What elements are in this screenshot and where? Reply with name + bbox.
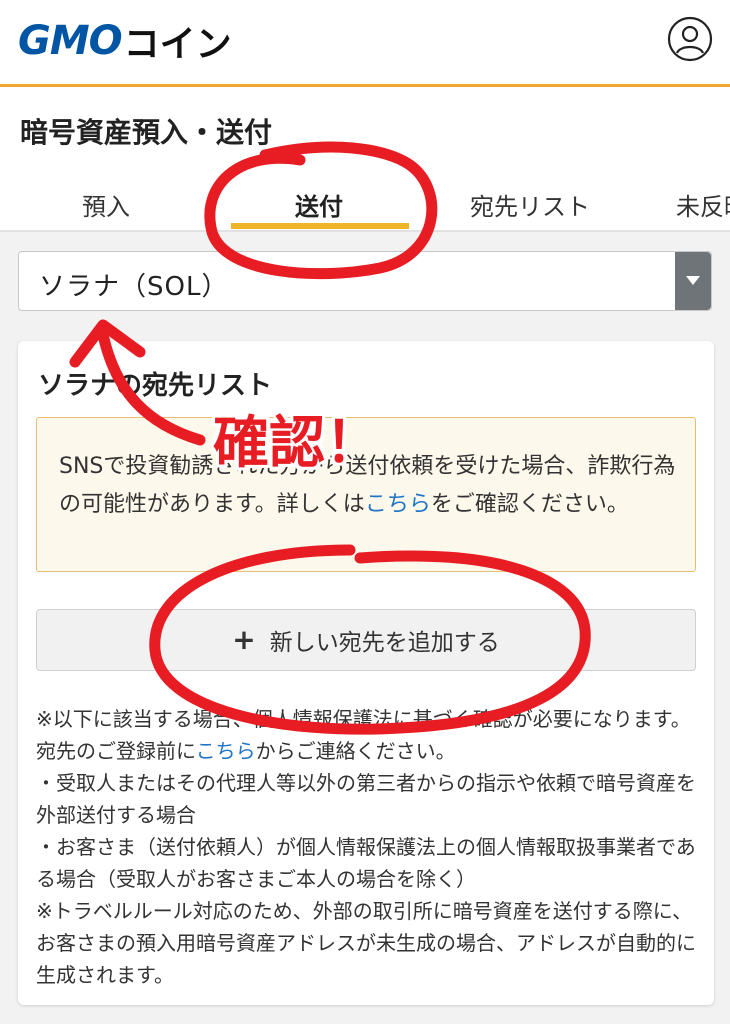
logo-brand: GMO (18, 18, 123, 64)
logo-suffix: コイン (123, 24, 232, 65)
notes: ※以下に該当する場合、個人情報保護法に基づく確認が必要になります。宛先のご登録前… (36, 703, 708, 991)
gmo-coin-logo[interactable]: GMO コイン (18, 18, 232, 65)
tab-address-list[interactable]: 宛先リスト (470, 187, 590, 222)
account-button[interactable] (667, 16, 713, 62)
add-address-label: 新しい宛先を追加する (269, 630, 500, 656)
warning-text-after: をご確認ください。 (430, 492, 629, 517)
note-item-third-party: ・受取人またはその代理人等以外の第三者からの指示や依頼で暗号資産を外部送付する場… (36, 771, 696, 827)
tabs-divider (0, 230, 730, 232)
tab-deposit[interactable]: 預入 (82, 187, 130, 222)
chevron-down-icon[interactable] (675, 252, 711, 310)
warning-link[interactable]: こちら (365, 492, 431, 517)
active-tab-indicator (231, 223, 409, 229)
currency-select[interactable]: ソラナ（SOL） (18, 251, 712, 311)
tab-unreflected[interactable]: 未反映 (676, 187, 730, 222)
contact-link[interactable]: こちら (196, 739, 256, 763)
app-header: GMO コイン (0, 0, 730, 87)
currency-select-value: ソラナ（SOL） (39, 272, 229, 302)
title-area: 暗号資産預入・送付 預入 送付 宛先リスト 未反映 (0, 87, 730, 232)
tab-send[interactable]: 送付 (295, 187, 343, 222)
card-title: ソラナの宛先リスト (38, 371, 273, 401)
note-travel-rule: ※トラベルルール対応のため、外部の取引所に暗号資産を送付する際に、お客さまの預入… (36, 899, 696, 987)
plus-icon: + (232, 623, 256, 656)
note-item-business-operator: ・お客さま（送付依頼人）が個人情報保護法上の個人情報取扱事業者である場合（受取人… (36, 835, 696, 891)
user-circle-icon (667, 16, 713, 62)
page-title: 暗号資産預入・送付 (20, 116, 273, 149)
note-privacy: ※以下に該当する場合、個人情報保護法に基づく確認が必要になります。宛先のご登録前… (36, 703, 708, 767)
add-address-button[interactable]: + 新しい宛先を追加する (36, 609, 696, 671)
annotation-label: 確認！ (213, 411, 381, 476)
note-privacy-text-after: からご連絡ください。 (255, 739, 456, 763)
